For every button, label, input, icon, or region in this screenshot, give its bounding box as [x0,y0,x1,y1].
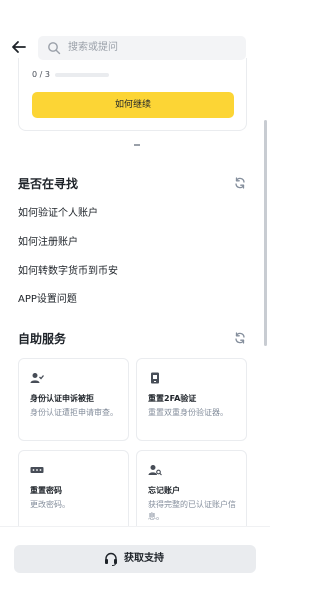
search-placeholder: 搜索或提问 [68,42,118,53]
carousel-indicator[interactable] [134,144,140,146]
refresh-icon[interactable] [234,177,246,189]
service-title: 忘记账户 [148,486,180,495]
service-card-appeal[interactable]: 身份认证申诉被拒 身份认证遭拒申请审查。 [18,358,129,441]
back-arrow-icon[interactable] [10,38,28,56]
service-card-forgot-account[interactable]: 忘记账户 获得完整的已认证账户信息。 [136,450,247,533]
password-icon [30,467,44,473]
search-icon [48,42,61,55]
phone-2fa-icon [151,372,159,384]
service-desc: 获得完整的已认证账户信息。 [148,500,236,521]
user-check-icon [30,373,44,383]
faq-item[interactable]: 如何转数字货币到币安 [18,262,118,277]
service-title: 重置密码 [30,486,62,495]
user-search-icon [148,465,162,476]
search-input[interactable]: 搜索或提问 [38,36,246,60]
progress-card: 0 / 3 如何继续 [18,58,247,131]
bottom-bar: 获取支持 [0,526,270,600]
service-title: 重置2FA验证 [148,394,197,403]
service-card-password[interactable]: 重置密码 更改密码。 [18,450,129,533]
refresh-icon[interactable] [234,332,246,344]
progress-count: 0 / 3 [32,70,50,79]
faq-item[interactable]: 如何注册账户 [18,233,78,248]
service-title: 身份认证申诉被拒 [30,394,94,403]
service-desc: 身份认证遭拒申请审查。 [30,408,118,417]
continue-button[interactable]: 如何继续 [32,92,234,118]
service-desc: 重置双重身份验证器。 [148,408,228,417]
get-support-label: 获取支持 [124,553,164,564]
service-card-2fa[interactable]: 重置2FA验证 重置双重身份验证器。 [136,358,247,441]
scrollbar[interactable] [264,120,267,346]
get-support-button[interactable]: 获取支持 [14,545,256,573]
faq-item[interactable]: APP设置问题 [18,290,77,305]
service-desc: 更改密码。 [30,500,70,509]
self-service-title: 自助服务 [18,332,67,346]
headset-icon [105,552,117,566]
faq-item[interactable]: 如何验证个人账户 [18,204,98,219]
progress-bar [55,73,109,77]
looking-for-title: 是否在寻找 [18,177,79,191]
